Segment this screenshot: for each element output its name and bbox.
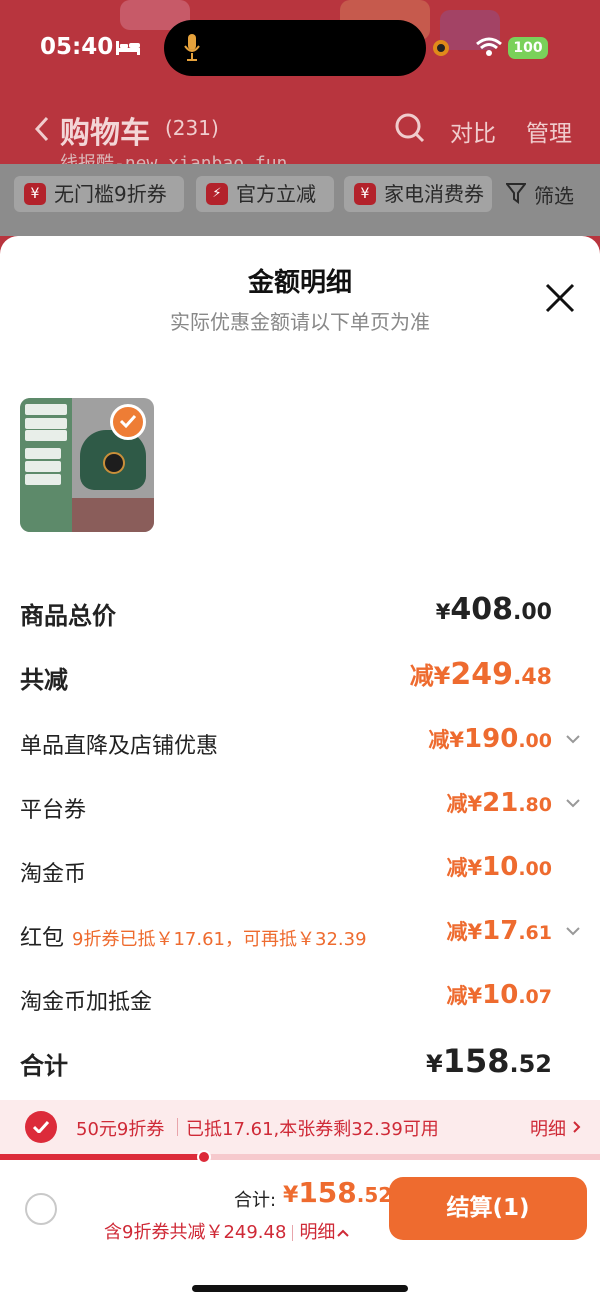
yen-coupon-icon [354, 183, 376, 205]
filter-label: 筛选 [534, 184, 574, 208]
filter-chip-official-discount[interactable]: 官方立减 [196, 176, 334, 212]
select-all-radio[interactable] [25, 1193, 57, 1225]
funnel-icon [506, 183, 526, 204]
microphone-icon [184, 34, 200, 61]
product-tag [25, 448, 61, 459]
camera-indicator-icon [433, 40, 449, 56]
total-label: 合计: [234, 1190, 277, 1211]
row-label: 淘金币加抵金 [20, 990, 153, 1015]
selected-check-icon[interactable] [110, 404, 146, 440]
product-thumbnail[interactable] [20, 398, 154, 532]
search-icon[interactable] [394, 112, 426, 144]
product-tag [25, 418, 67, 429]
row-grand-total: 合计 ¥158.52 [20, 1042, 580, 1082]
coupon-progress-track [0, 1150, 600, 1164]
filter-chip-label: 官方立减 [236, 182, 316, 206]
row-value: ¥408.00 [435, 592, 552, 627]
chevron-down-icon[interactable] [566, 926, 580, 936]
row-value: 减¥10.00 [446, 852, 552, 882]
red-packet-note: 9折券已抵￥17.61，可再抵￥32.39 [72, 929, 367, 950]
row-label-text: 红包 [20, 926, 65, 951]
cart-page: 05:40 100 购物车 (231) 对比 管理 ¥ 无门槛9折券 ⚡ 官方立… [0, 0, 600, 1304]
saving-summary: 含9折券共减￥249.48 明细 [104, 1218, 350, 1244]
wifi-icon [476, 37, 502, 56]
row-label: 单品直降及店铺优惠 [20, 734, 219, 759]
row-label: 红包 9折券已抵￥17.61，可再抵￥32.39 [20, 920, 367, 952]
sheet-title: 金额明细 [247, 268, 352, 298]
product-tag [25, 404, 67, 415]
row-label: 合计 [20, 1052, 68, 1080]
coupon-name: 50元9折券 [76, 1119, 165, 1140]
product-tag [25, 474, 61, 485]
back-arrow-icon[interactable] [34, 116, 50, 142]
filter-chip-appliance-voucher[interactable]: 家电消费券 [344, 176, 492, 212]
coupon-check-icon[interactable] [25, 1111, 57, 1143]
chevron-down-icon[interactable] [566, 734, 580, 744]
row-value: 减¥190.00 [428, 724, 552, 754]
row-label: 商品总价 [20, 602, 116, 630]
status-time: 05:40 [40, 34, 114, 60]
cart-title: 购物车 [60, 116, 150, 151]
chevron-right-icon[interactable] [573, 1121, 581, 1133]
home-indicator [192, 1285, 408, 1292]
sheet-subtitle: 实际优惠金额请以下单页为准 [170, 310, 430, 334]
close-icon[interactable] [544, 282, 576, 314]
filter-chip-label: 无门槛9折券 [54, 182, 167, 206]
dynamic-island [164, 20, 426, 76]
saving-text: 含9折券共减￥249.48 [104, 1222, 287, 1243]
row-label: 平台券 [20, 798, 87, 823]
row-total-discount: 共减 减¥249.48 [20, 656, 580, 696]
row-taojinbi-credit: 淘金币加抵金 减¥10.07 [20, 980, 580, 1020]
row-goods-total: 商品总价 ¥408.00 [20, 592, 580, 632]
yen-coupon-icon [24, 183, 46, 205]
row-taojinbi: 淘金币 减¥10.00 [20, 852, 580, 892]
chevron-down-icon[interactable] [566, 798, 580, 808]
detail-link[interactable]: 明细 [299, 1222, 335, 1243]
row-value: 减¥17.61 [446, 916, 552, 946]
sleep-focus-icon [116, 41, 140, 55]
filter-chip-discount-coupon[interactable]: 无门槛9折券 [14, 176, 184, 212]
filter-button[interactable]: 筛选 [506, 180, 574, 209]
compare-button[interactable]: 对比 [450, 114, 496, 148]
filter-bar: 无门槛9折券 官方立减 家电消费券 筛选 [0, 164, 600, 236]
row-red-packet[interactable]: 红包 9折券已抵￥17.61，可再抵￥32.39 减¥17.61 [20, 916, 580, 956]
row-value: 减¥10.07 [446, 980, 552, 1010]
product-tag [25, 430, 67, 441]
chevron-up-icon[interactable] [337, 1229, 350, 1237]
manage-button[interactable]: 管理 [526, 114, 572, 148]
product-table [72, 498, 154, 532]
row-value: ¥158.52 [425, 1042, 552, 1080]
lightning-icon [206, 183, 228, 205]
row-value: 减¥249.48 [409, 657, 552, 692]
rice-cooker-dial [103, 452, 125, 474]
filter-chip-label: 家电消费券 [384, 182, 484, 206]
divider [292, 1225, 294, 1241]
row-platform-coupon[interactable]: 平台券 减¥21.80 [20, 788, 580, 828]
battery-indicator: 100 [508, 37, 548, 59]
coupon-info: 已抵17.61,本张券剩32.39可用 [186, 1119, 439, 1140]
coupon-progress-fill [0, 1154, 204, 1160]
checkout-button[interactable]: 结算(1) [389, 1177, 587, 1240]
total-amount: ¥158.52 [283, 1176, 393, 1209]
cart-item-count: (231) [165, 116, 219, 140]
divider [177, 1118, 178, 1136]
status-bar: 05:40 100 [0, 0, 600, 96]
coupon-progress-knob [197, 1150, 211, 1164]
row-label: 淘金币 [20, 862, 87, 887]
product-tag [25, 461, 61, 472]
coupon-detail-link[interactable]: 明细 [530, 1115, 566, 1141]
coupon-bar[interactable]: 50元9折券 已抵17.61,本张券剩32.39可用 明细 [0, 1100, 600, 1154]
row-label: 共减 [20, 666, 68, 694]
row-value: 减¥21.80 [446, 788, 552, 818]
row-item-shop-discount[interactable]: 单品直降及店铺优惠 减¥190.00 [20, 724, 580, 764]
